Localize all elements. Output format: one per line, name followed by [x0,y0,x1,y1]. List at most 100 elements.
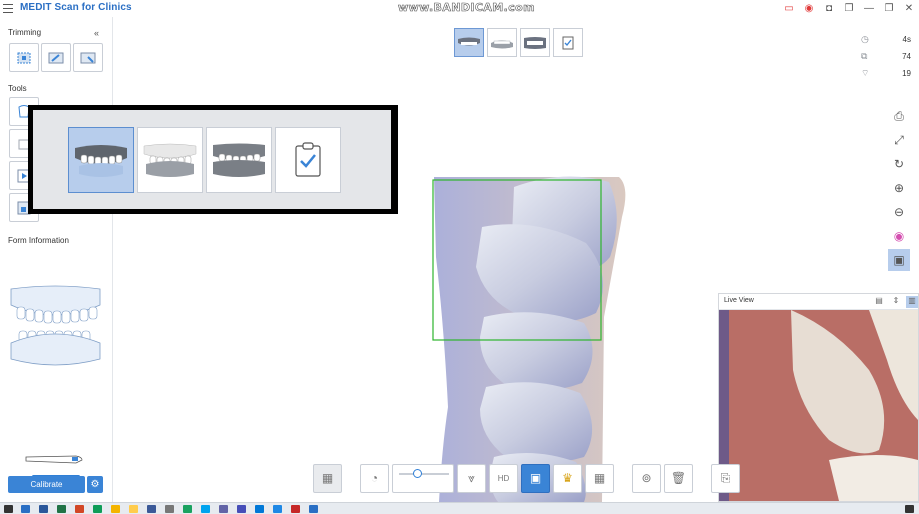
hamburger-menu-icon[interactable] [3,4,13,13]
scan-off-icon[interactable]: ▦ [585,463,614,493]
taskbar-app-7-icon[interactable] [129,505,138,513]
stage-tab-review[interactable] [553,28,583,57]
tools-heading: Tools [8,84,27,93]
recording-watermark: www.BANDICAM.com [398,1,535,15]
stat-count-b: ⌔ 19 [861,65,911,82]
title-bar: MEDIT Scan for Clinics www.BANDICAM.com … [0,0,919,17]
scan-stats: ◷ 4s ⧉ 74 ⌔ 19 [861,31,911,82]
record-icon[interactable]: ◉ [799,0,819,17]
clipboard-check-icon [295,142,321,177]
trim-select-button[interactable] [9,43,39,72]
stage-tab-occlusion[interactable] [520,28,550,57]
mandible-teeth-icon [143,143,197,177]
taskbar-app-4-icon[interactable] [75,505,84,513]
maxilla-teeth-icon [75,145,127,177]
screen-record-area-icon[interactable]: ▭ [779,0,799,17]
taskbar-app-15-icon[interactable] [273,505,282,513]
clipboard-check-icon [562,36,574,49]
taskbar-app-16-icon[interactable] [291,505,300,513]
window-controls: ▭ ◉ ◘ ❐ — ❐ ✕ [779,0,919,17]
trim-brush-button[interactable] [41,43,71,72]
trimming-heading: Trimming [8,28,42,37]
live-view-layout-icon[interactable]: ▥ [906,296,918,308]
left-panel: Trimming « Tools Form Information [0,17,113,502]
signal-icon: ⌔ [861,68,870,78]
stat-count-a: ⧉ 74 [861,48,911,65]
filter-toggle-icon[interactable]: ◔ [360,463,389,493]
window-list-icon[interactable]: ❐ [839,0,859,17]
scan-depth-slider[interactable] [392,463,454,493]
occlusion-teeth-icon [524,36,546,49]
overlay-tile-occlusion[interactable] [206,127,272,193]
live-view-pin-icon[interactable]: ⇕ [890,296,902,308]
calibrate-button[interactable]: Calibrate [8,476,85,493]
close-icon[interactable]: ✕ [899,0,919,17]
taskbar-app-12-icon[interactable] [219,505,228,513]
tooth-scan-mode-icon[interactable]: ⩔ [457,463,486,493]
stop-scan-button[interactable]: ▣ [521,463,550,493]
taskbar-app-2-icon[interactable] [39,505,48,513]
ai-scan-filter-icon[interactable]: ▦ [313,463,342,493]
zoom-out-icon[interactable]: ⊖ [888,201,910,223]
live-view-header: Live View ▤ ⇕ ▥ [719,294,918,310]
overlay-panel [33,110,391,209]
zoom-in-icon[interactable]: ⊕ [888,177,910,199]
delete-icon[interactable]: 🗑 [664,463,693,493]
mandible-teeth-icon [491,40,513,48]
stat-time: ◷ 4s [861,31,911,48]
scanner-icon [25,455,83,464]
stat-count-b-value: 19 [902,69,911,78]
live-camera-feed [719,310,918,501]
fit-to-screen-icon[interactable]: ⤢ [888,129,910,151]
trim-lasso-icon [80,52,96,63]
overlay-tile-maxilla[interactable] [68,127,134,193]
collapse-panel-icon[interactable]: « [94,28,99,38]
scan-toolbar: ▦ ◔ ⩔ HD ▣ ♛ ▦ ⊚ 🗑 ⎘ [313,462,740,494]
stat-count-a-value: 74 [902,52,911,61]
overlay-stage-tiles [68,127,341,193]
stack-icon: ⧉ [861,51,868,61]
stat-time-value: 4s [902,35,911,44]
live-view-panel: Live View ▤ ⇕ ▥ [718,293,919,502]
minimize-icon[interactable]: — [859,0,879,17]
taskbar-app-8-icon[interactable] [147,505,156,513]
start-icon[interactable] [4,505,13,513]
stage-tab-mandible[interactable] [487,28,517,57]
stage-tabs-zoom-overlay [28,105,398,214]
overlay-tile-mandible[interactable] [137,127,203,193]
taskbar-app-6-icon[interactable] [111,505,120,513]
view-tools: ⎙ ⤢ ↻ ⊕ ⊖ ◉ ▣ [888,105,910,273]
taskbar-app-14-icon[interactable] [255,505,264,513]
taskbar-app-11-icon[interactable] [201,505,210,513]
inspect-icon[interactable]: ⊚ [632,463,661,493]
live-view-title: Live View [724,297,754,304]
reset-view-icon[interactable]: ↻ [888,153,910,175]
maximize-icon[interactable]: ❐ [879,0,899,17]
trim-lasso-button[interactable] [73,43,103,72]
os-taskbar [0,502,919,514]
taskbar-app-3-icon[interactable] [57,505,66,513]
overlay-tile-review[interactable] [275,127,341,193]
settings-gear-icon[interactable]: ⚙ [87,476,103,493]
color-map-icon[interactable]: ◉ [888,225,910,247]
export-icon[interactable]: ⎘ [711,463,740,493]
scan-stage-tabs [454,28,583,57]
taskbar-app-17-icon[interactable] [309,505,318,513]
ai-tooth-icon[interactable]: ♛ [553,463,582,493]
texture-toggle-icon[interactable]: ▣ [888,249,910,271]
taskbar-app-13-icon[interactable] [237,505,246,513]
live-view-snapshot-icon[interactable]: ▤ [873,296,885,308]
taskbar-app-5-icon[interactable] [93,505,102,513]
hd-mode-icon[interactable]: HD [489,463,518,493]
trim-select-icon [17,52,31,63]
notification-icon[interactable] [905,505,914,513]
trim-brush-icon [48,52,64,63]
taskbar-app-1-icon[interactable] [21,505,30,513]
stage-tab-maxilla[interactable] [454,28,484,57]
app-title: MEDIT Scan for Clinics [20,2,132,13]
clock-icon: ◷ [861,34,869,44]
screenshot-icon[interactable]: ⎙ [888,105,910,127]
taskbar-app-10-icon[interactable] [183,505,192,513]
taskbar-app-9-icon[interactable] [165,505,174,513]
camera-capture-icon[interactable]: ◘ [819,0,839,17]
